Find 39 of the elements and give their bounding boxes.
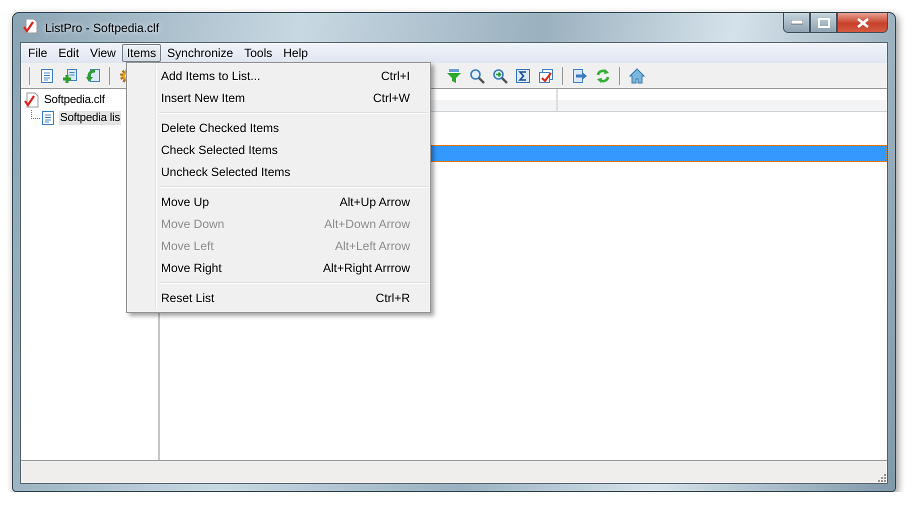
home-icon[interactable] — [628, 68, 644, 84]
tree-item[interactable]: Softpedia lis — [59, 111, 122, 125]
checked-document-icon[interactable] — [538, 68, 554, 84]
close-button[interactable] — [837, 13, 888, 33]
menu-item[interactable]: Help — [278, 44, 313, 62]
menu-item[interactable]: Reset List Ctrl+R — [127, 287, 430, 309]
menu-item[interactable]: Delete Checked Items — [127, 117, 430, 139]
document-arrow-icon[interactable] — [572, 68, 588, 84]
checklist-icon — [23, 18, 39, 34]
document-icon — [40, 110, 56, 126]
refresh-icon[interactable] — [594, 68, 610, 84]
menu-item[interactable]: View — [85, 44, 121, 62]
resize-grip-icon[interactable] — [877, 473, 886, 482]
document-icon[interactable] — [38, 68, 54, 84]
menu-item[interactable]: Add Items to List... Ctrl+I — [127, 65, 430, 87]
close-icon — [856, 18, 868, 28]
add-document-icon[interactable] — [62, 68, 78, 84]
checklist-icon — [24, 92, 40, 108]
menu-item[interactable]: Edit — [53, 44, 84, 62]
menu-item[interactable]: Check Selected Items — [127, 139, 430, 161]
magnifier-arrow-icon[interactable] — [492, 68, 508, 84]
menu-item[interactable]: File — [23, 44, 52, 62]
maximize-icon — [818, 18, 830, 28]
menu-item[interactable]: Move Up Alt+Up Arrow — [127, 191, 430, 213]
sigma-icon[interactable] — [514, 68, 530, 84]
menu-item[interactable]: Synchronize — [162, 44, 238, 62]
menu-item[interactable]: Items — [122, 44, 162, 62]
maximize-button[interactable] — [810, 13, 837, 33]
document-arrow-icon[interactable] — [84, 68, 100, 84]
minimize-button[interactable] — [783, 13, 810, 33]
search-icon[interactable] — [468, 68, 484, 84]
menu-item[interactable]: Insert New Item Ctrl+W — [127, 87, 430, 109]
funnel-icon[interactable] — [446, 68, 462, 84]
menu-item[interactable]: Tools — [239, 44, 278, 62]
menu-item[interactable]: Move Right Alt+Right Arrrow — [127, 257, 430, 279]
minimize-icon — [790, 20, 802, 25]
tree-item[interactable]: Softpedia.clf — [43, 93, 106, 107]
menu-item[interactable]: Uncheck Selected Items — [127, 161, 430, 183]
window-title: ListPro - Softpedia.clf — [45, 20, 160, 34]
